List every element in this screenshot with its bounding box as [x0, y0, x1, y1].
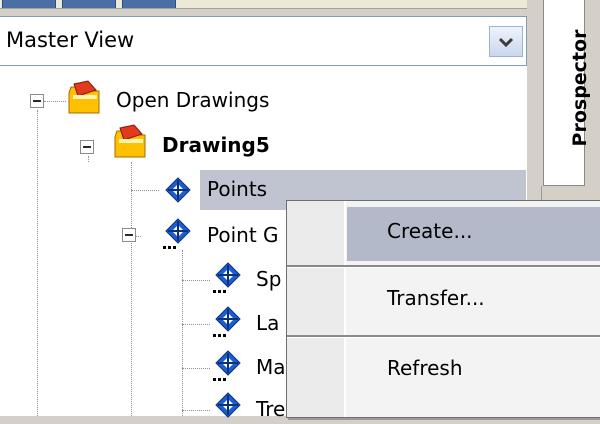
tree-item-child[interactable]: Sp: [256, 267, 281, 291]
top-toolbar-strip: [0, 0, 540, 9]
point-group-icon: [163, 218, 191, 249]
tree-item-points[interactable]: Points: [207, 177, 267, 201]
view-selector-dropdown[interactable]: Master View: [0, 16, 527, 66]
view-selector-value: Master View: [6, 28, 135, 52]
collapse-toggle[interactable]: [30, 94, 44, 108]
tree-item-child[interactable]: Ma: [256, 355, 286, 379]
tab-prospector-label: Prospector: [569, 29, 591, 147]
menu-item-label: Transfer...: [387, 286, 485, 310]
point-group-icon: [213, 306, 241, 337]
tree-item-open-drawings[interactable]: Open Drawings: [116, 88, 269, 112]
tree-item-drawing[interactable]: Drawing5: [162, 133, 270, 157]
collapse-toggle[interactable]: [80, 140, 94, 154]
menu-item-create[interactable]: Create...: [287, 201, 600, 263]
divider: [0, 8, 540, 9]
point-icon: [165, 177, 191, 203]
point-group-icon: [213, 262, 241, 293]
collapse-toggle[interactable]: [122, 228, 136, 242]
dropdown-button[interactable]: [489, 26, 523, 57]
menu-item-label: Refresh: [387, 356, 463, 380]
point-group-icon: [213, 350, 241, 381]
point-group-icon: [215, 392, 241, 418]
menu-item-transfer[interactable]: Transfer...: [287, 268, 600, 330]
tab-prospector[interactable]: Prospector: [543, 0, 591, 186]
menu-item-label: Create...: [387, 219, 473, 243]
context-menu: Create... Transfer... Refresh: [286, 200, 600, 418]
drawing-folder-icon: [114, 124, 146, 158]
tree-item-child[interactable]: Tre: [256, 397, 285, 421]
tree-item-point-groups[interactable]: Point G: [207, 223, 279, 247]
drawing-folder-icon: [68, 80, 100, 114]
chevron-down-icon: [498, 37, 514, 47]
menu-item-refresh[interactable]: Refresh: [287, 338, 600, 400]
tree-item-child[interactable]: La: [256, 311, 279, 335]
menu-highlight: [347, 207, 600, 261]
